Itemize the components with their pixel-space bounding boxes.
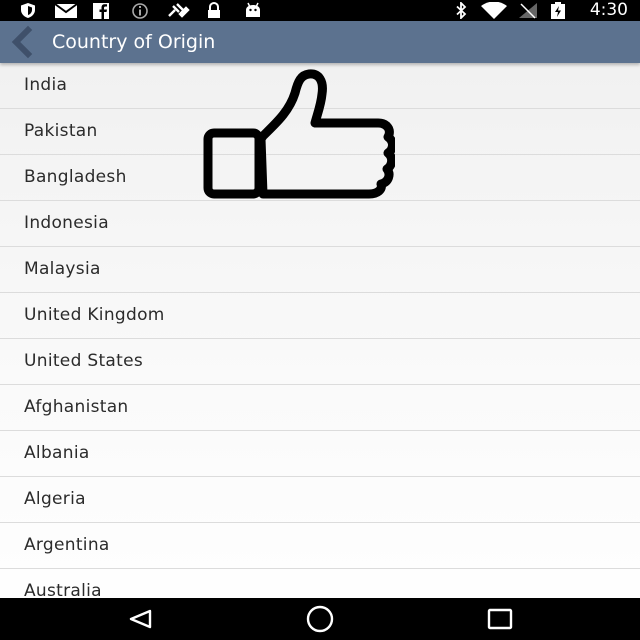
mail-icon — [54, 3, 78, 18]
list-item[interactable]: Afghanistan — [0, 385, 640, 431]
android-icon — [246, 2, 260, 17]
back-triangle-icon — [129, 609, 152, 629]
wifi-icon — [481, 2, 507, 19]
chevron-left-icon — [11, 25, 33, 59]
back-button[interactable] — [0, 21, 44, 63]
thumbs-up-icon — [203, 69, 395, 199]
recents-square-icon — [487, 608, 513, 630]
list-item[interactable]: Albania — [0, 431, 640, 477]
lock-icon — [208, 2, 220, 18]
nav-home-button[interactable] — [280, 598, 360, 640]
facebook-icon — [93, 3, 109, 19]
list-item[interactable]: Malaysia — [0, 247, 640, 293]
satellite-icon — [168, 3, 190, 18]
no-signal-icon — [519, 3, 537, 19]
home-circle-icon — [306, 605, 334, 633]
list-item[interactable]: United States — [0, 339, 640, 385]
info-icon — [132, 3, 148, 19]
shield-icon — [21, 3, 35, 18]
list-item[interactable]: Australia — [0, 569, 640, 598]
status-bar: 4:30 — [0, 0, 640, 21]
list-item[interactable]: United Kingdom — [0, 293, 640, 339]
bluetooth-icon — [456, 2, 467, 19]
action-bar: Country of Origin — [0, 21, 640, 63]
list-item[interactable]: Algeria — [0, 477, 640, 523]
nav-bar — [0, 598, 640, 640]
list-item[interactable]: Indonesia — [0, 201, 640, 247]
page-title: Country of Origin — [52, 31, 216, 53]
battery-icon — [551, 2, 565, 19]
status-time: 4:30 — [589, 0, 628, 20]
screen: 4:30 Country of Origin India Pakistan Ba… — [0, 0, 640, 640]
list-item[interactable]: Argentina — [0, 523, 640, 569]
nav-back-button[interactable] — [100, 598, 180, 640]
nav-recents-button[interactable] — [460, 598, 540, 640]
